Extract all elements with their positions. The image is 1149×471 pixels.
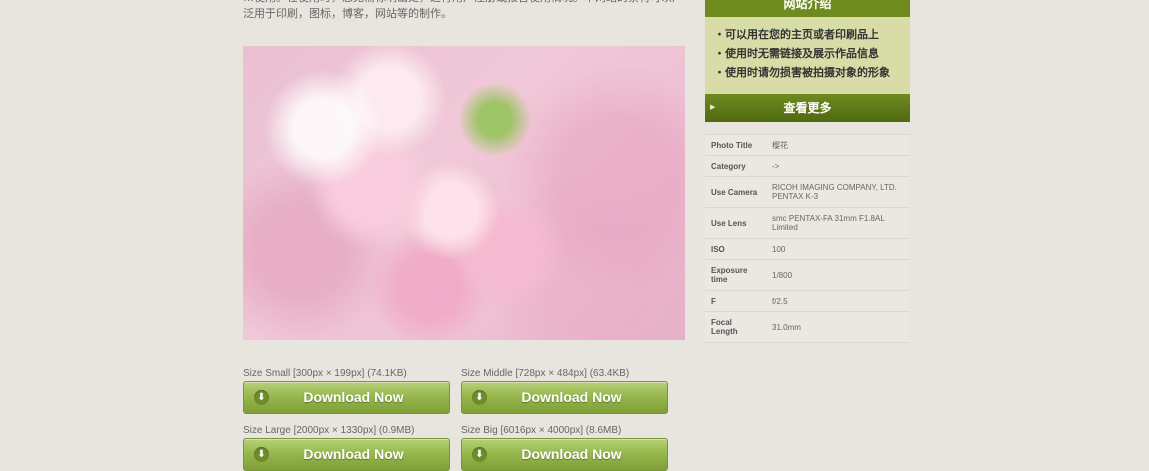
sidebar-info-item: ・使用时请勿损害被拍摄对象的形象	[714, 67, 890, 79]
see-more-button[interactable]: ▶ 查看更多	[705, 94, 910, 122]
sidebar-title: 网站介绍	[705, 0, 910, 17]
download-big-button[interactable]: ⬇ Download Now	[461, 438, 668, 471]
intro-text: …使用。在使用时，您无需标明出处，进行用户注册或报告使用情况。本网站的素材可以广…	[243, 0, 683, 20]
spec-row: Photo Title 樱花	[705, 134, 909, 156]
spec-key: Use Lens	[705, 207, 765, 239]
spec-key: Photo Title	[705, 134, 765, 156]
spec-key: Focal Length	[705, 311, 765, 343]
download-big-label: Size Big [6016px × 4000px] (8.6MB)	[461, 425, 622, 436]
download-middle-button[interactable]: ⬇ Download Now	[461, 381, 668, 414]
sidebar-info-item: ・使用时无需链接及展示作品信息	[714, 48, 879, 60]
spec-value: 31.0mm	[765, 311, 909, 343]
spec-key: ISO	[705, 238, 765, 260]
download-big: Size Big [6016px × 4000px] (8.6MB) ⬇ Dow…	[461, 424, 668, 471]
download-middle: Size Middle [728px × 484px] (63.4KB) ⬇ D…	[461, 367, 668, 414]
download-small-button[interactable]: ⬇ Download Now	[243, 381, 450, 414]
photo-spec-table: Photo Title 樱花 Category -> Use Camera RI…	[705, 134, 909, 343]
spec-key: Category	[705, 155, 765, 177]
spec-value: smc PENTAX-FA 31mm F1.8AL Limited	[765, 207, 909, 239]
spec-value: ->	[765, 155, 909, 177]
download-button-label: Download Now	[303, 389, 404, 405]
spec-key: F	[705, 290, 765, 312]
see-more-label: 查看更多	[783, 101, 832, 115]
sidebar-info-box: ・可以用在您的主页或者印刷品上 ・使用时无需链接及展示作品信息 ・使用时请勿损害…	[705, 17, 910, 94]
sidebar-info-item: ・可以用在您的主页或者印刷品上	[714, 29, 879, 41]
download-large: Size Large [2000px × 1330px] (0.9MB) ⬇ D…	[243, 424, 450, 471]
arrow-right-icon: ▶	[710, 104, 716, 111]
spec-row: Focal Length 31.0mm	[705, 311, 909, 343]
download-button-label: Download Now	[303, 446, 404, 462]
spec-key: Exposure time	[705, 259, 765, 291]
download-button-label: Download Now	[521, 446, 622, 462]
download-small-label: Size Small [300px × 199px] (74.1KB)	[243, 368, 407, 379]
download-middle-label: Size Middle [728px × 484px] (63.4KB)	[461, 368, 630, 379]
download-small: Size Small [300px × 199px] (74.1KB) ⬇ Do…	[243, 367, 450, 414]
spec-row: Category ->	[705, 155, 909, 177]
spec-value: RICOH IMAGING COMPANY, LTD. PENTAX K-3	[765, 176, 909, 208]
download-large-button[interactable]: ⬇ Download Now	[243, 438, 450, 471]
spec-value: 1/800	[765, 259, 909, 291]
spec-value: f/2.5	[765, 290, 909, 312]
spec-value: 樱花	[765, 134, 909, 156]
spec-row: F f/2.5	[705, 290, 909, 312]
spec-row: ISO 100	[705, 238, 909, 260]
spec-value: 100	[765, 238, 909, 260]
spec-row: Use Camera RICOH IMAGING COMPANY, LTD. P…	[705, 176, 909, 208]
spec-key: Use Camera	[705, 176, 765, 208]
spec-row: Exposure time 1/800	[705, 259, 909, 291]
sidebar-info-list: ・可以用在您的主页或者印刷品上 ・使用时无需链接及展示作品信息 ・使用时请勿损害…	[705, 17, 910, 83]
spec-row: Use Lens smc PENTAX-FA 31mm F1.8AL Limit…	[705, 207, 909, 239]
cherry-blossom-photo	[243, 46, 685, 340]
download-button-label: Download Now	[521, 389, 622, 405]
download-large-label: Size Large [2000px × 1330px] (0.9MB)	[243, 425, 415, 436]
